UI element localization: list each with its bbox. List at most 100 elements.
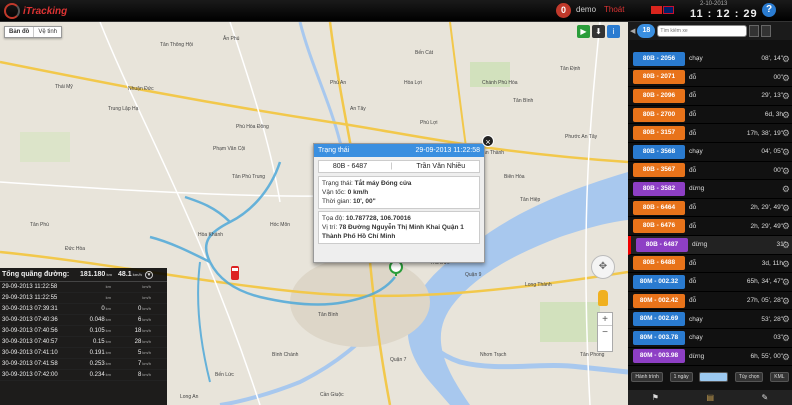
- gear-icon[interactable]: ⚙: [782, 166, 790, 177]
- vehicle-row[interactable]: 80M - 003.78 chạy 03" ⚙: [628, 329, 792, 348]
- gear-icon[interactable]: ⚙: [782, 352, 790, 363]
- trip-speed: 18km/h: [134, 328, 151, 334]
- logout-link[interactable]: Thoát: [604, 5, 624, 14]
- trip-row[interactable]: 30-09-2013 07:40:57 0.15km 28km/h: [0, 337, 167, 348]
- trip-row[interactable]: 30-09-2013 07:40:56 0.105km 18km/h: [0, 326, 167, 337]
- gear-icon[interactable]: ⚙: [782, 314, 790, 325]
- map-place-label: Long Thành: [525, 282, 552, 288]
- sidebar-tab[interactable]: Hành trình: [631, 372, 663, 382]
- trip-distance: 0.191km: [89, 350, 111, 356]
- vehicle-row[interactable]: 80B - 6487 dừng 31" ⚙: [628, 235, 792, 255]
- vehicle-row[interactable]: 80B - 3157 đỗ 17h, 38', 19" ⚙: [628, 124, 792, 143]
- trip-row[interactable]: 29-09-2013 11:22:55 km km/h: [0, 293, 167, 304]
- user-avatar-icon[interactable]: 0: [556, 3, 571, 18]
- sidebar-tab[interactable]: Tùy chọn: [734, 372, 764, 382]
- vehicle-car-icon[interactable]: [228, 262, 242, 284]
- download-icon[interactable]: ⬇: [592, 25, 605, 38]
- trip-time: 30-09-2013 07:40:36: [2, 317, 58, 323]
- vehicle-plate: 80M - 003.78: [633, 330, 685, 345]
- popup-title: Trạng thái: [318, 147, 350, 154]
- map-place-label: Nhơn Trạch: [480, 352, 507, 358]
- play-icon[interactable]: ▶: [577, 25, 590, 38]
- vehicle-plate: 80M - 002.42: [633, 293, 685, 308]
- gear-icon[interactable]: ⚙: [782, 184, 790, 195]
- map-place-label: Tân Thông Hội: [160, 42, 193, 48]
- gear-icon[interactable]: ⚙: [782, 110, 790, 121]
- vehicle-search-input[interactable]: [660, 28, 741, 34]
- current-date: 2-10-2013: [700, 1, 728, 7]
- collapse-arrow-icon[interactable]: ◀: [630, 27, 635, 35]
- flag-icon[interactable]: ⚑: [652, 393, 659, 402]
- gear-icon[interactable]: ⚙: [782, 296, 790, 307]
- vehicle-status: đỗ: [689, 278, 697, 286]
- vehicle-row[interactable]: 80B - 3582 dừng ⚙: [628, 180, 792, 199]
- username[interactable]: demo: [576, 5, 596, 14]
- trip-speed: 7km/h: [137, 361, 151, 367]
- vietnamese-flag-icon[interactable]: [651, 6, 662, 14]
- expand-circle-icon[interactable]: ▾: [145, 270, 153, 279]
- sidebar-tab[interactable]: KML: [770, 372, 789, 382]
- zoom-out-button[interactable]: −: [598, 326, 612, 339]
- trip-row[interactable]: 30-09-2013 07:41:58 0.253km 7km/h: [0, 359, 167, 370]
- map-type-roadmap[interactable]: Bản đồ: [5, 27, 35, 37]
- gear-icon[interactable]: ⚙: [782, 259, 790, 270]
- map-place-label: Tân Hiệp: [520, 197, 541, 203]
- vehicle-row[interactable]: 80B - 6488 đỗ 3d, 11h ⚙: [628, 255, 792, 274]
- vehicle-row[interactable]: 80M - 002.69 chạy 53', 28" ⚙: [628, 310, 792, 329]
- vehicle-row[interactable]: 80B - 3568 chạy 04', 05" ⚙: [628, 143, 792, 162]
- trip-speed: km/h: [142, 295, 151, 300]
- street-view-pegman-icon[interactable]: [598, 290, 608, 306]
- help-icon[interactable]: ?: [762, 3, 776, 17]
- trip-row[interactable]: 30-09-2013 07:40:36 0.048km 6km/h: [0, 315, 167, 326]
- map-type-satellite[interactable]: Vệ tinh: [34, 27, 61, 37]
- vehicle-row[interactable]: 80M - 002.32 đỗ 65h, 34', 47" ⚙: [628, 273, 792, 292]
- popup-driver: Trần Văn Nhiều: [416, 163, 466, 170]
- vehicle-status: đỗ: [689, 111, 697, 119]
- sidebar-tab[interactable]: Tùy chọn: [699, 372, 729, 382]
- gear-icon[interactable]: ⚙: [782, 54, 790, 65]
- gear-icon[interactable]: ⚙: [782, 91, 790, 102]
- map-place-label: Bến Lức: [215, 372, 234, 378]
- gear-icon[interactable]: ⚙: [782, 240, 790, 251]
- popup-close-icon[interactable]: ×: [482, 135, 494, 147]
- sidebar-tab[interactable]: 1 ngày: [669, 372, 693, 382]
- vehicle-row[interactable]: 80B - 2071 đỗ 00" ⚙: [628, 69, 792, 88]
- trip-time: 30-09-2013 07:41:58: [2, 361, 58, 367]
- map-place-label: Phú Hòa Đông: [236, 124, 269, 130]
- pan-control-icon[interactable]: ✥: [591, 255, 615, 279]
- gear-icon[interactable]: ⚙: [782, 73, 790, 84]
- edit-icon[interactable]: ✎: [762, 393, 769, 402]
- vehicle-row[interactable]: 80B - 2056 chạy 08', 14" ⚙: [628, 50, 792, 69]
- gear-icon[interactable]: ⚙: [782, 203, 790, 214]
- book-icon[interactable]: ▤: [706, 393, 714, 402]
- vehicle-row[interactable]: 80B - 3567 đỗ 00" ⚙: [628, 162, 792, 181]
- gear-icon[interactable]: ⚙: [782, 221, 790, 232]
- vehicle-plate: 80B - 6488: [633, 256, 685, 271]
- gear-icon[interactable]: ⚙: [782, 333, 790, 344]
- map-canvas[interactable]: Tân Thông Hội Ân Phú Bến Cát Phú An Hòa Lợi C…: [0, 22, 628, 405]
- english-flag-icon[interactable]: [663, 6, 674, 14]
- info-icon[interactable]: i: [607, 25, 620, 38]
- map-place-label: Tân Phú Trung: [232, 174, 266, 180]
- gear-icon[interactable]: ⚙: [782, 277, 790, 288]
- trip-time: 29-09-2013 11:22:55: [2, 295, 58, 301]
- vehicle-row[interactable]: 80B - 2700 đỗ 6d, 3h ⚙: [628, 106, 792, 125]
- zoom-in-button[interactable]: +: [598, 313, 612, 326]
- trip-row[interactable]: 30-09-2013 07:42:00 0.234km 8km/h: [0, 370, 167, 381]
- vehicle-row[interactable]: 80B - 2096 đỗ 29', 13" ⚙: [628, 87, 792, 106]
- gear-icon[interactable]: ⚙: [782, 147, 790, 158]
- popup-status: Trạng thái: Tắt máy Đóng cửa: [322, 180, 412, 187]
- options-icon[interactable]: [761, 25, 772, 37]
- vehicle-row[interactable]: 80B - 6476 đỗ 2h, 29', 49" ⚙: [628, 217, 792, 236]
- app-logo[interactable]: iTracking: [4, 2, 67, 20]
- trip-time: 29-09-2013 11:22:58: [2, 284, 58, 290]
- vehicle-row[interactable]: 80M - 002.42 đỗ 27h, 05', 28" ⚙: [628, 292, 792, 311]
- gear-icon[interactable]: ⚙: [782, 128, 790, 139]
- trip-row[interactable]: 29-09-2013 11:22:58 km km/h: [0, 282, 167, 293]
- trip-row[interactable]: 30-09-2013 07:39:31 0km 0km/h: [0, 304, 167, 315]
- trip-row[interactable]: 30-09-2013 07:41:10 0.191km 5km/h: [0, 348, 167, 359]
- filter-dropdown-icon[interactable]: [749, 25, 760, 37]
- vehicle-row[interactable]: 80B - 6464 đỗ 2h, 29', 49" ⚙: [628, 199, 792, 218]
- current-time: 11 : 12 : 29: [690, 8, 758, 20]
- vehicle-row[interactable]: 80M - 003.98 dừng 6h, 55', 00" ⚙: [628, 348, 792, 367]
